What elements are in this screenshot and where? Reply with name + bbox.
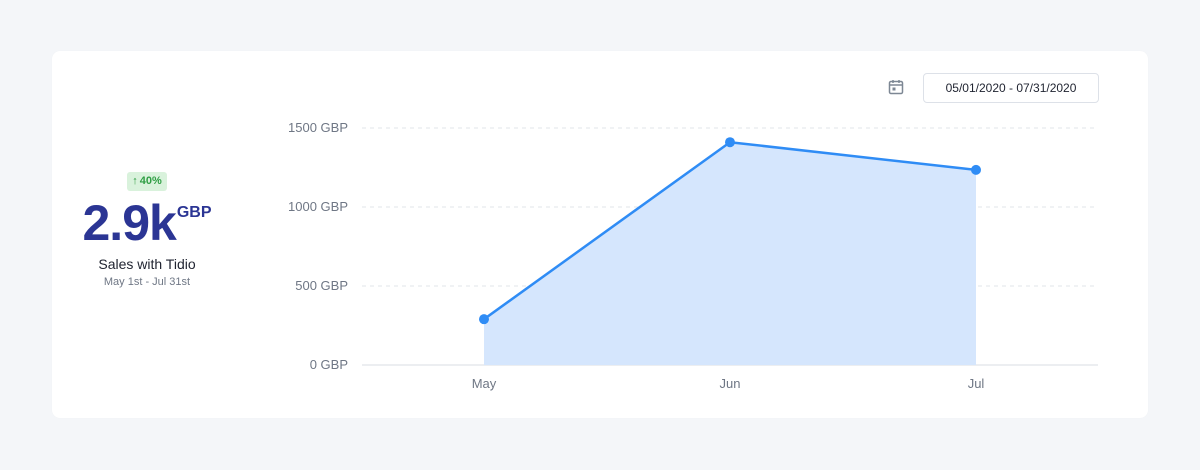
sales-summary: ↑ 40% 2.9k GBP Sales with Tidio May 1st -…: [52, 171, 242, 288]
calendar-icon[interactable]: [888, 79, 904, 95]
sales-currency: GBP: [176, 204, 212, 221]
y-axis-ticks: 0 GBP 500 GBP 1000 GBP 1500 GBP: [288, 120, 348, 372]
growth-value: 40%: [139, 175, 162, 187]
sales-period: May 1st - Jul 31st: [103, 276, 191, 288]
y-tick-label: 500 GBP: [295, 278, 348, 293]
y-tick-label: 1000 GBP: [288, 199, 348, 214]
x-tick-label: Jun: [720, 376, 741, 391]
data-point: [479, 314, 489, 325]
sales-label: Sales with Tidio: [98, 256, 196, 272]
x-axis-ticks: May Jun Jul: [472, 376, 985, 391]
y-tick-label: 1500 GBP: [288, 120, 348, 135]
sales-chart: 0 GBP 500 GBP 1000 GBP 1500 GBP May Jun Jul: [288, 120, 1098, 391]
arrow-up-icon: ↑: [132, 175, 138, 187]
data-point: [971, 164, 981, 175]
x-tick-label: Jul: [968, 376, 985, 391]
x-tick-label: May: [472, 376, 497, 391]
sales-area: [484, 142, 976, 365]
sales-value: 2.9k GBP: [52, 193, 242, 253]
data-point: [725, 137, 735, 148]
growth-badge: ↑ 40%: [127, 172, 167, 191]
sales-card: ↑ 40% 2.9k GBP Sales with Tidio May 1st -…: [52, 51, 1148, 418]
chart-series: [479, 137, 981, 365]
y-tick-label: 0 GBP: [310, 357, 348, 372]
sales-amount: 2.9k: [82, 195, 177, 251]
date-range-picker[interactable]: 05/01/2020 - 07/31/2020: [923, 73, 1099, 103]
